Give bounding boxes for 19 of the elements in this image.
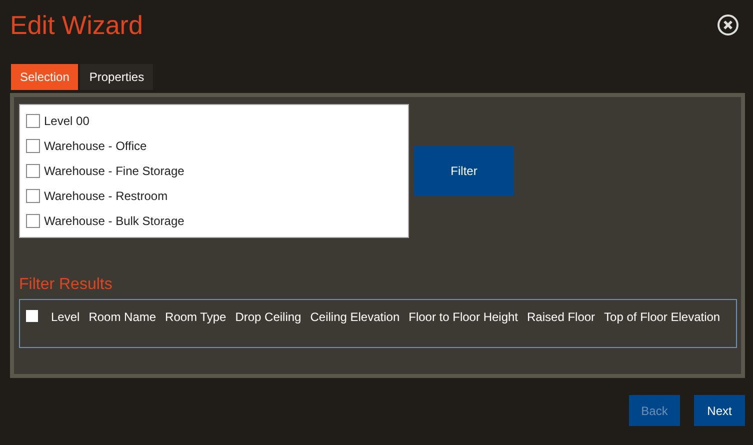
column-header[interactable]: Drop Ceiling bbox=[235, 310, 302, 324]
tab[interactable]: Selection bbox=[11, 64, 78, 90]
level-label[interactable]: Warehouse - Restroom bbox=[44, 189, 168, 204]
results-title: Filter Results bbox=[19, 276, 114, 294]
column-header[interactable]: Raised Floor bbox=[527, 310, 596, 324]
column-header[interactable]: Room Name bbox=[88, 310, 156, 324]
column-header[interactable]: Room Type bbox=[165, 310, 226, 324]
level-label[interactable]: Level 00 bbox=[44, 114, 90, 128]
column-header[interactable]: Level bbox=[51, 310, 80, 324]
nav-button[interactable]: Next bbox=[694, 395, 745, 426]
column-header[interactable]: Ceiling Elevation bbox=[310, 310, 400, 324]
column-header[interactable]: Floor to Floor Height bbox=[408, 310, 518, 324]
window-title: Edit Wizard bbox=[10, 10, 143, 41]
filter-button[interactable]: Filter bbox=[414, 146, 514, 196]
level-label[interactable]: Warehouse - Office bbox=[44, 138, 147, 153]
tab[interactable]: Properties bbox=[80, 64, 154, 90]
level-label[interactable]: Warehouse - Bulk Storage bbox=[44, 214, 184, 228]
level-label[interactable]: Warehouse - Fine Storage bbox=[44, 164, 184, 178]
column-header[interactable]: Top of Floor Elevation bbox=[604, 310, 720, 324]
